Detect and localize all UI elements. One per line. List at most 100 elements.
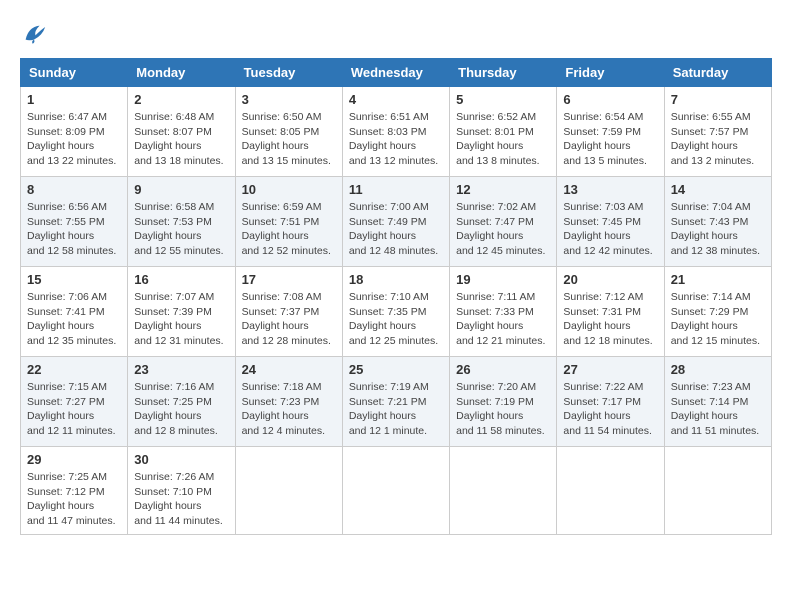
- day-detail: Sunrise: 7:18 AM Sunset: 7:23 PM Dayligh…: [242, 380, 336, 439]
- day-number: 7: [671, 92, 765, 107]
- calendar-cell: 8 Sunrise: 6:56 AM Sunset: 7:55 PM Dayli…: [21, 177, 128, 267]
- day-detail: Sunrise: 7:26 AM Sunset: 7:10 PM Dayligh…: [134, 470, 228, 529]
- day-detail: Sunrise: 6:58 AM Sunset: 7:53 PM Dayligh…: [134, 200, 228, 259]
- day-number: 1: [27, 92, 121, 107]
- calendar-cell: [342, 447, 449, 535]
- day-detail: Sunrise: 7:22 AM Sunset: 7:17 PM Dayligh…: [563, 380, 657, 439]
- calendar-cell: 16 Sunrise: 7:07 AM Sunset: 7:39 PM Dayl…: [128, 267, 235, 357]
- calendar-cell: 24 Sunrise: 7:18 AM Sunset: 7:23 PM Dayl…: [235, 357, 342, 447]
- day-detail: Sunrise: 7:04 AM Sunset: 7:43 PM Dayligh…: [671, 200, 765, 259]
- day-number: 5: [456, 92, 550, 107]
- calendar-cell: [450, 447, 557, 535]
- calendar-table: SundayMondayTuesdayWednesdayThursdayFrid…: [20, 58, 772, 535]
- day-number: 24: [242, 362, 336, 377]
- day-number: 18: [349, 272, 443, 287]
- day-number: 21: [671, 272, 765, 287]
- weekday-header: Tuesday: [235, 59, 342, 87]
- weekday-header: Thursday: [450, 59, 557, 87]
- calendar-cell: 19 Sunrise: 7:11 AM Sunset: 7:33 PM Dayl…: [450, 267, 557, 357]
- day-number: 4: [349, 92, 443, 107]
- day-number: 26: [456, 362, 550, 377]
- calendar-cell: 12 Sunrise: 7:02 AM Sunset: 7:47 PM Dayl…: [450, 177, 557, 267]
- day-detail: Sunrise: 7:25 AM Sunset: 7:12 PM Dayligh…: [27, 470, 121, 529]
- calendar-week-row: 29 Sunrise: 7:25 AM Sunset: 7:12 PM Dayl…: [21, 447, 772, 535]
- calendar-cell: [557, 447, 664, 535]
- day-number: 15: [27, 272, 121, 287]
- calendar-cell: 14 Sunrise: 7:04 AM Sunset: 7:43 PM Dayl…: [664, 177, 771, 267]
- calendar-cell: 21 Sunrise: 7:14 AM Sunset: 7:29 PM Dayl…: [664, 267, 771, 357]
- calendar-cell: 22 Sunrise: 7:15 AM Sunset: 7:27 PM Dayl…: [21, 357, 128, 447]
- calendar-week-row: 15 Sunrise: 7:06 AM Sunset: 7:41 PM Dayl…: [21, 267, 772, 357]
- weekday-header: Monday: [128, 59, 235, 87]
- calendar-cell: 15 Sunrise: 7:06 AM Sunset: 7:41 PM Dayl…: [21, 267, 128, 357]
- day-number: 10: [242, 182, 336, 197]
- day-detail: Sunrise: 7:16 AM Sunset: 7:25 PM Dayligh…: [134, 380, 228, 439]
- day-number: 27: [563, 362, 657, 377]
- calendar-cell: 20 Sunrise: 7:12 AM Sunset: 7:31 PM Dayl…: [557, 267, 664, 357]
- day-detail: Sunrise: 7:20 AM Sunset: 7:19 PM Dayligh…: [456, 380, 550, 439]
- day-detail: Sunrise: 7:00 AM Sunset: 7:49 PM Dayligh…: [349, 200, 443, 259]
- calendar-cell: 4 Sunrise: 6:51 AM Sunset: 8:03 PM Dayli…: [342, 87, 449, 177]
- calendar-cell: 7 Sunrise: 6:55 AM Sunset: 7:57 PM Dayli…: [664, 87, 771, 177]
- day-detail: Sunrise: 7:11 AM Sunset: 7:33 PM Dayligh…: [456, 290, 550, 349]
- day-detail: Sunrise: 6:52 AM Sunset: 8:01 PM Dayligh…: [456, 110, 550, 169]
- calendar-cell: 13 Sunrise: 7:03 AM Sunset: 7:45 PM Dayl…: [557, 177, 664, 267]
- day-detail: Sunrise: 7:02 AM Sunset: 7:47 PM Dayligh…: [456, 200, 550, 259]
- day-detail: Sunrise: 7:14 AM Sunset: 7:29 PM Dayligh…: [671, 290, 765, 349]
- day-number: 29: [27, 452, 121, 467]
- calendar-cell: 30 Sunrise: 7:26 AM Sunset: 7:10 PM Dayl…: [128, 447, 235, 535]
- day-detail: Sunrise: 6:55 AM Sunset: 7:57 PM Dayligh…: [671, 110, 765, 169]
- day-number: 12: [456, 182, 550, 197]
- day-detail: Sunrise: 7:06 AM Sunset: 7:41 PM Dayligh…: [27, 290, 121, 349]
- calendar-cell: [235, 447, 342, 535]
- weekday-header: Sunday: [21, 59, 128, 87]
- day-number: 11: [349, 182, 443, 197]
- calendar-cell: 9 Sunrise: 6:58 AM Sunset: 7:53 PM Dayli…: [128, 177, 235, 267]
- calendar-cell: 2 Sunrise: 6:48 AM Sunset: 8:07 PM Dayli…: [128, 87, 235, 177]
- calendar-cell: 29 Sunrise: 7:25 AM Sunset: 7:12 PM Dayl…: [21, 447, 128, 535]
- day-detail: Sunrise: 6:50 AM Sunset: 8:05 PM Dayligh…: [242, 110, 336, 169]
- day-number: 8: [27, 182, 121, 197]
- calendar-cell: 10 Sunrise: 6:59 AM Sunset: 7:51 PM Dayl…: [235, 177, 342, 267]
- weekday-header: Wednesday: [342, 59, 449, 87]
- day-number: 16: [134, 272, 228, 287]
- calendar-week-row: 1 Sunrise: 6:47 AM Sunset: 8:09 PM Dayli…: [21, 87, 772, 177]
- day-number: 6: [563, 92, 657, 107]
- day-number: 13: [563, 182, 657, 197]
- day-detail: Sunrise: 6:56 AM Sunset: 7:55 PM Dayligh…: [27, 200, 121, 259]
- day-number: 9: [134, 182, 228, 197]
- calendar-cell: [664, 447, 771, 535]
- day-number: 25: [349, 362, 443, 377]
- calendar-cell: 17 Sunrise: 7:08 AM Sunset: 7:37 PM Dayl…: [235, 267, 342, 357]
- day-detail: Sunrise: 7:10 AM Sunset: 7:35 PM Dayligh…: [349, 290, 443, 349]
- day-detail: Sunrise: 7:12 AM Sunset: 7:31 PM Dayligh…: [563, 290, 657, 349]
- day-detail: Sunrise: 7:08 AM Sunset: 7:37 PM Dayligh…: [242, 290, 336, 349]
- calendar-cell: 28 Sunrise: 7:23 AM Sunset: 7:14 PM Dayl…: [664, 357, 771, 447]
- page-header: [20, 20, 772, 48]
- day-detail: Sunrise: 6:47 AM Sunset: 8:09 PM Dayligh…: [27, 110, 121, 169]
- day-number: 17: [242, 272, 336, 287]
- day-number: 30: [134, 452, 228, 467]
- calendar-cell: 5 Sunrise: 6:52 AM Sunset: 8:01 PM Dayli…: [450, 87, 557, 177]
- logo-icon: [20, 20, 48, 48]
- calendar-cell: 1 Sunrise: 6:47 AM Sunset: 8:09 PM Dayli…: [21, 87, 128, 177]
- day-detail: Sunrise: 6:51 AM Sunset: 8:03 PM Dayligh…: [349, 110, 443, 169]
- day-detail: Sunrise: 7:03 AM Sunset: 7:45 PM Dayligh…: [563, 200, 657, 259]
- day-number: 22: [27, 362, 121, 377]
- day-number: 3: [242, 92, 336, 107]
- day-detail: Sunrise: 7:07 AM Sunset: 7:39 PM Dayligh…: [134, 290, 228, 349]
- calendar-cell: 18 Sunrise: 7:10 AM Sunset: 7:35 PM Dayl…: [342, 267, 449, 357]
- day-number: 14: [671, 182, 765, 197]
- calendar-cell: 3 Sunrise: 6:50 AM Sunset: 8:05 PM Dayli…: [235, 87, 342, 177]
- logo: [20, 20, 52, 48]
- day-number: 20: [563, 272, 657, 287]
- calendar-cell: 26 Sunrise: 7:20 AM Sunset: 7:19 PM Dayl…: [450, 357, 557, 447]
- day-number: 2: [134, 92, 228, 107]
- day-number: 23: [134, 362, 228, 377]
- day-detail: Sunrise: 6:54 AM Sunset: 7:59 PM Dayligh…: [563, 110, 657, 169]
- day-number: 19: [456, 272, 550, 287]
- day-detail: Sunrise: 7:23 AM Sunset: 7:14 PM Dayligh…: [671, 380, 765, 439]
- calendar-cell: 11 Sunrise: 7:00 AM Sunset: 7:49 PM Dayl…: [342, 177, 449, 267]
- day-detail: Sunrise: 6:48 AM Sunset: 8:07 PM Dayligh…: [134, 110, 228, 169]
- day-number: 28: [671, 362, 765, 377]
